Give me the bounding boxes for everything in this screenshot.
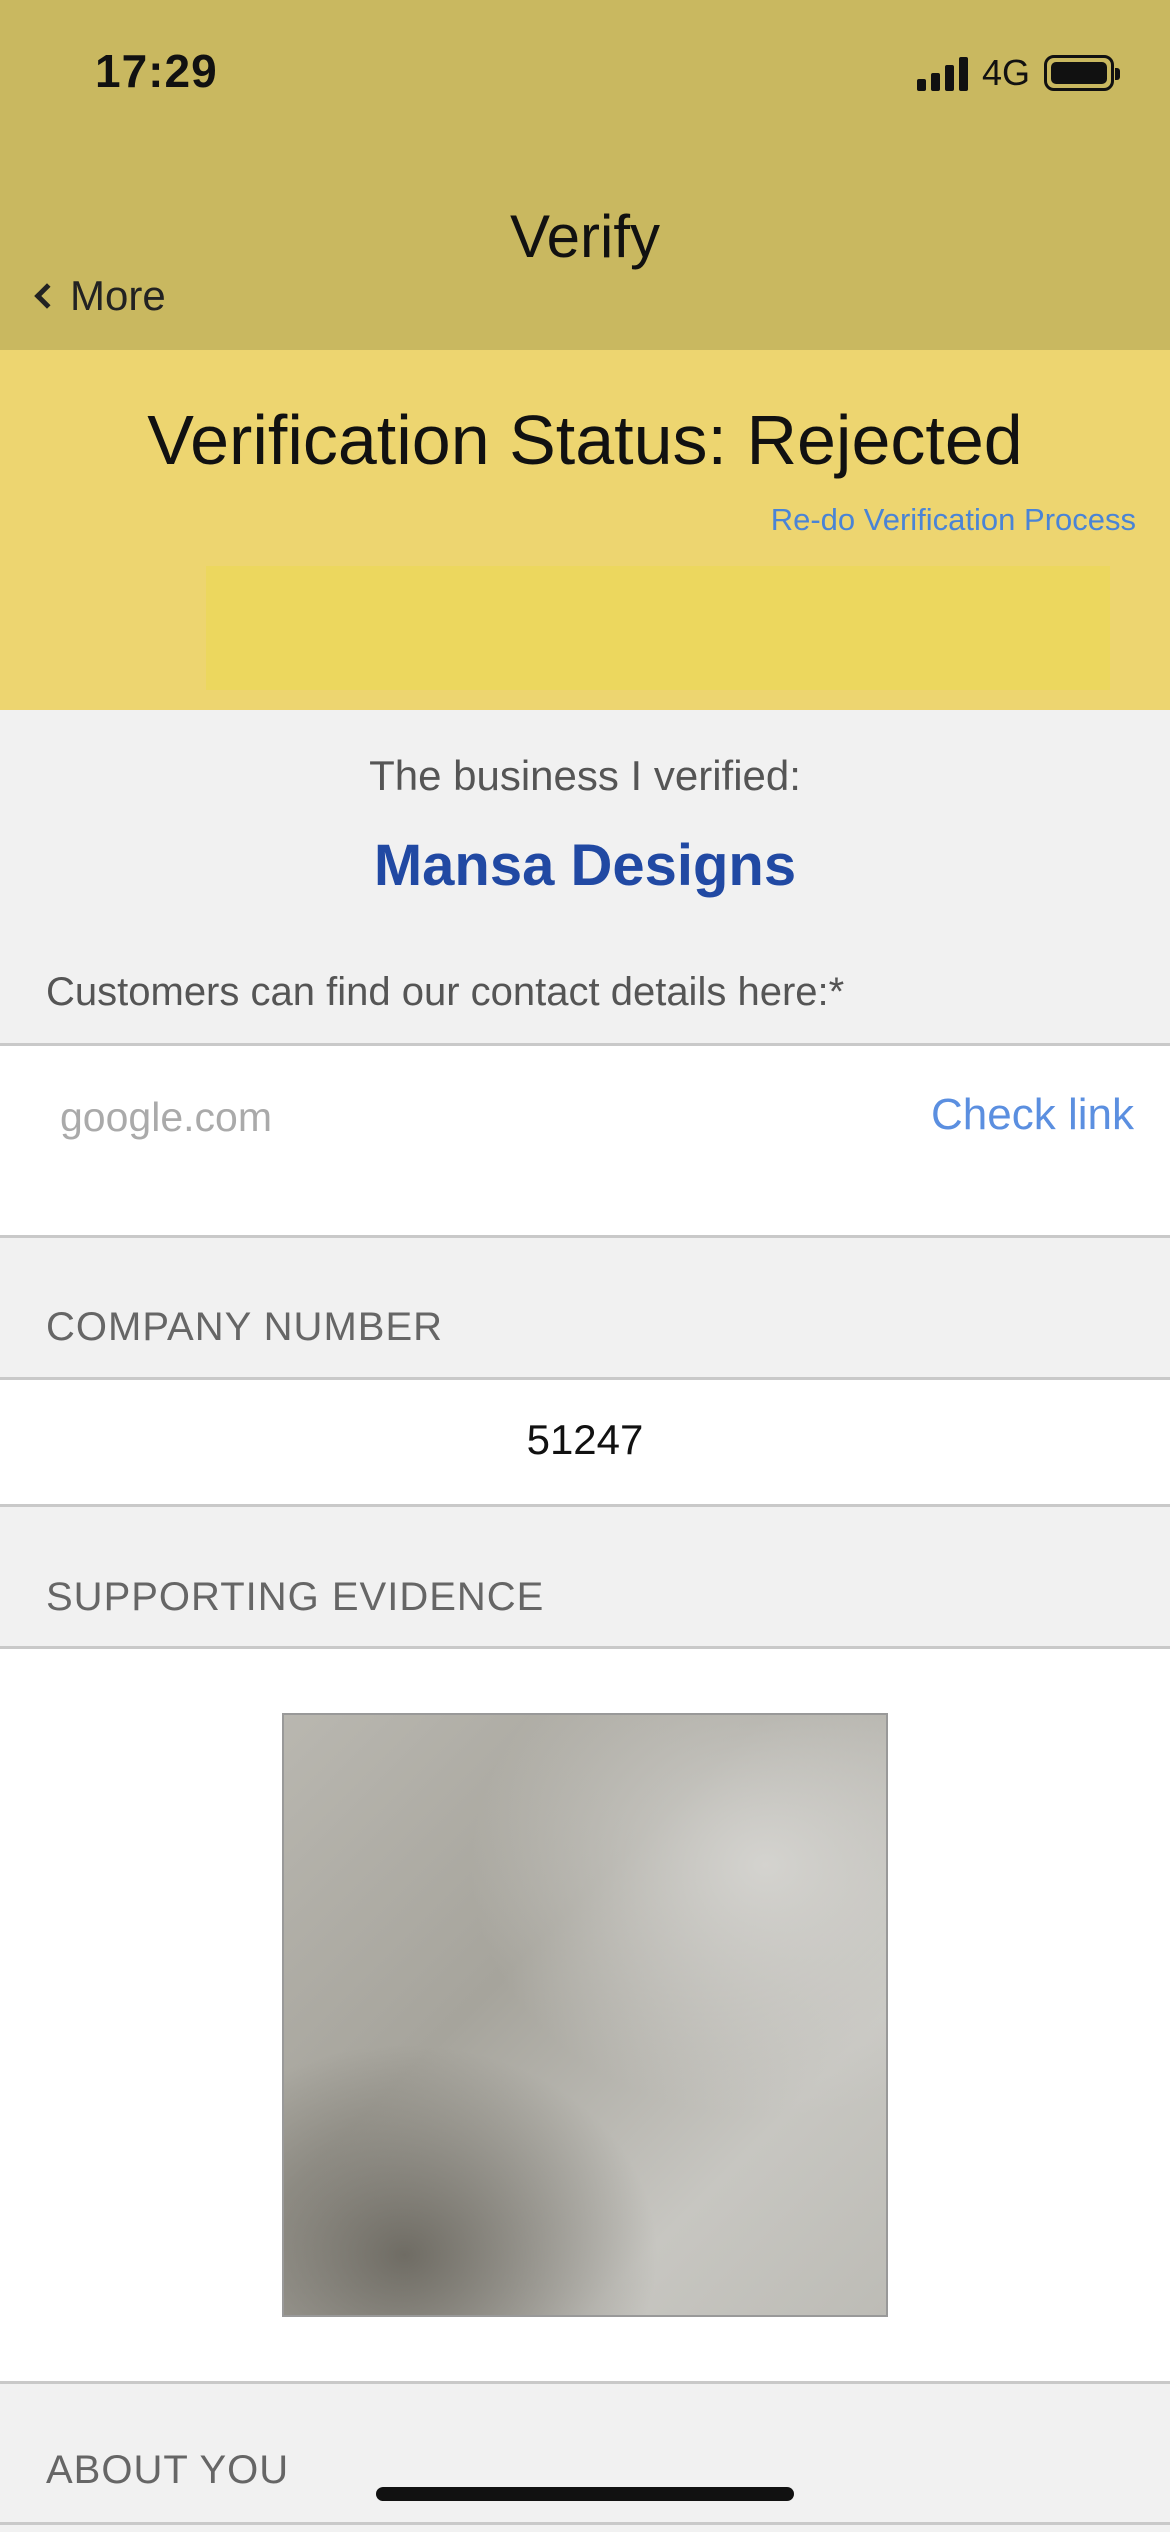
back-button[interactable]: More [34, 272, 166, 320]
business-name[interactable]: Mansa Designs [0, 832, 1170, 899]
verification-status-title: Verification Status: Rejected [147, 401, 1023, 479]
contact-link-input[interactable] [60, 1094, 860, 1141]
top-bar: 17:29 4G Verify More [0, 0, 1170, 350]
banner-strip [206, 566, 1110, 690]
home-indicator[interactable] [376, 2487, 794, 2501]
company-number-header: COMPANY NUMBER [46, 1305, 444, 1349]
status-icons: 4G [916, 52, 1120, 94]
check-link-button[interactable]: Check link [931, 1090, 1134, 1140]
divider [0, 2522, 1170, 2525]
chevron-left-icon [34, 283, 60, 309]
status-time: 17:29 [95, 45, 218, 97]
evidence-image[interactable] [282, 1713, 888, 2317]
back-label: More [70, 272, 166, 319]
network-label: 4G [981, 52, 1030, 93]
contact-details-label: Customers can find our contact details h… [46, 970, 845, 1014]
redo-verification-link[interactable]: Re-do Verification Process [771, 502, 1136, 538]
nav-title: Verify [509, 203, 661, 270]
contact-link-row: Check link [0, 1043, 1170, 1238]
about-you-header: ABOUT YOU [46, 2448, 290, 2492]
verification-status-banner: Verification Status: Rejected Re-do Veri… [0, 350, 1170, 710]
battery-icon [1044, 55, 1120, 91]
supporting-evidence-header: SUPPORTING EVIDENCE [46, 1575, 545, 1619]
signal-icon [916, 55, 968, 91]
supporting-evidence-row [0, 1646, 1170, 2384]
business-verified-label: The business I verified: [369, 752, 801, 799]
company-number-row: 51247 [0, 1377, 1170, 1507]
company-number-value[interactable]: 51247 [0, 1416, 1170, 1464]
